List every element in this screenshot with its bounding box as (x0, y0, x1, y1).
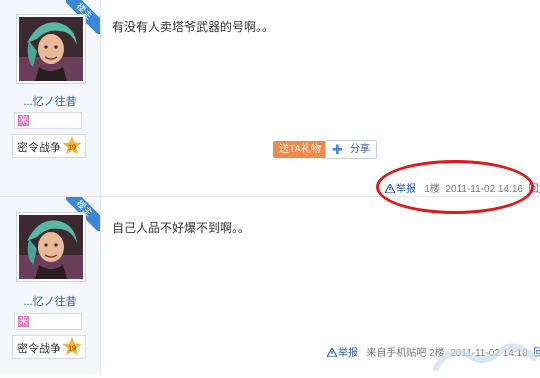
badge-icon: 米 (18, 115, 29, 126)
rank-badge[interactable]: 密令战争 19 (12, 134, 86, 158)
svg-text:19: 19 (68, 346, 76, 353)
author-sidebar: 楼主 ...忆ノ往昔 米 密令战争 19 (0, 197, 101, 374)
report-link[interactable]: 举报 (327, 348, 361, 359)
avatar[interactable] (16, 212, 86, 282)
level-star-icon: 19 (62, 136, 82, 155)
rank-label: 密令战争 (17, 142, 61, 154)
avatar[interactable] (16, 14, 86, 84)
share-button[interactable]: ✚ 分享 (325, 140, 377, 159)
share-plus-icon: ✚ (332, 142, 343, 157)
avatar-image (19, 215, 83, 279)
post-content: 自己人品不好爆不到啊。。 (112, 221, 251, 235)
share-label: 分享 (350, 144, 370, 155)
rank-label: 密令战争 (17, 343, 61, 355)
level-star-icon: 19 (62, 337, 82, 356)
user-badge-bar: 米 (14, 112, 82, 129)
author-sidebar: 楼主 ...忆ノ往昔 米 密令战争 19 (0, 0, 101, 196)
avatar-image (19, 17, 83, 81)
username-link[interactable]: ...忆ノ往昔 (0, 93, 100, 109)
send-gift-button[interactable]: 送TA礼物 (273, 141, 328, 158)
warning-icon (327, 348, 337, 357)
username-link[interactable]: ...忆ノ往昔 (0, 293, 100, 309)
user-badge-bar: 米 (14, 313, 82, 330)
badge-icon: 米 (18, 316, 29, 327)
source-label: 来自手机贴吧 (366, 348, 427, 359)
post-content: 有没有人卖塔爷武器的号啊。。 (112, 20, 275, 34)
rank-badge[interactable]: 密令战争 19 (12, 335, 86, 359)
svg-text:19: 19 (68, 145, 76, 152)
watermark-logo (433, 343, 537, 371)
